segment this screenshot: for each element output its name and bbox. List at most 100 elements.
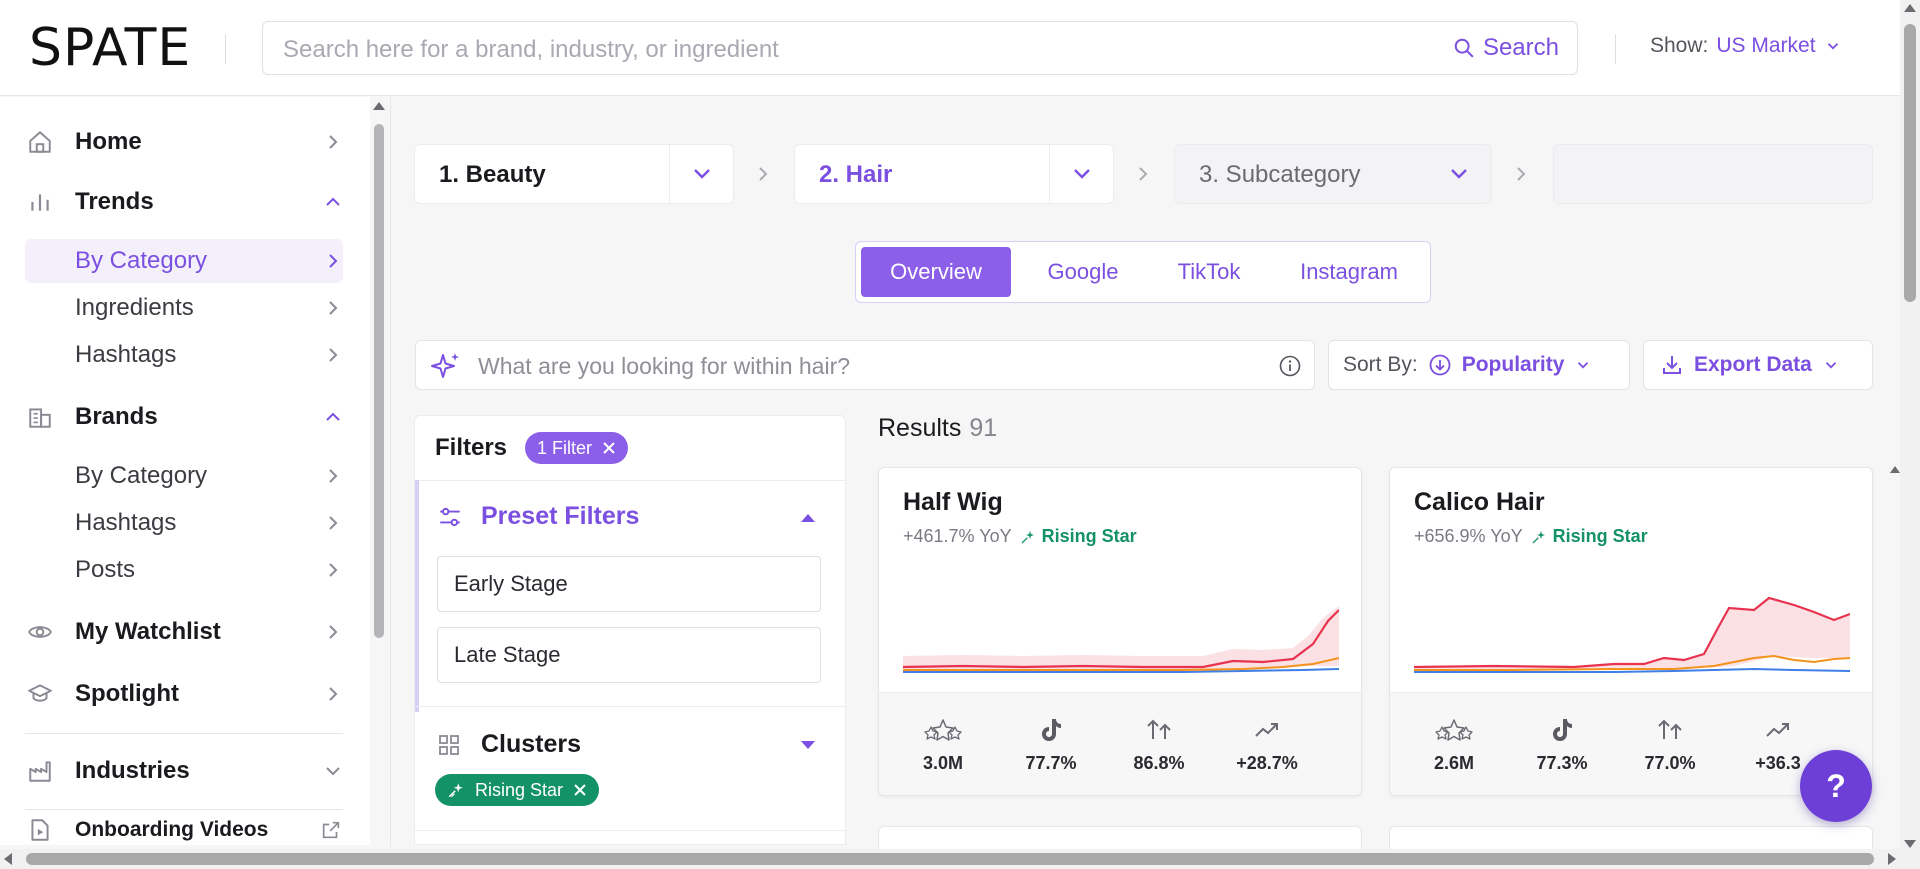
sidebar-divider <box>25 809 343 810</box>
chevron-down-icon[interactable] <box>669 145 733 203</box>
filter-count-label: 1 Filter <box>537 437 593 458</box>
sidebar-item-label: Onboarding Videos <box>75 818 269 841</box>
chevron-down-icon <box>1578 362 1589 369</box>
clusters-header[interactable]: Clusters <box>437 730 831 759</box>
export-data-button[interactable]: Export Data <box>1643 340 1873 390</box>
trend-sparkline-chart <box>1414 596 1850 673</box>
global-search-input[interactable]: Search here for a brand, industry, or in… <box>262 21 1578 75</box>
tab-instagram[interactable]: Instagram <box>1274 247 1424 297</box>
sidebar-item-label: Brands <box>75 403 158 430</box>
sidebar-scrollbar-thumb[interactable] <box>374 124 384 638</box>
info-icon[interactable] <box>1278 354 1302 383</box>
chevron-right-icon <box>756 164 770 189</box>
stat-value: 2.6M <box>1433 753 1475 773</box>
scroll-left-arrow[interactable] <box>4 853 12 865</box>
building-icon <box>25 402 55 432</box>
spate-logo[interactable]: SPATE <box>29 18 191 78</box>
tab-overview[interactable]: Overview <box>861 247 1011 297</box>
stars-icon <box>923 715 963 745</box>
export-data-label: Export Data <box>1694 353 1812 376</box>
ai-query-placeholder: What are you looking for within hair? <box>478 353 851 379</box>
external-link-icon <box>319 819 343 841</box>
sidebar-item-industries[interactable]: Industries <box>25 749 343 793</box>
scroll-up-arrow[interactable] <box>1890 466 1900 473</box>
tab-tiktok[interactable]: TikTok <box>1152 247 1266 297</box>
sidebar-subitem-brands-by-category[interactable]: By Category <box>25 454 343 498</box>
filters-divider <box>415 480 845 481</box>
home-icon <box>25 127 55 157</box>
sidebar-item-onboarding-videos[interactable]: Onboarding Videos <box>25 812 343 845</box>
search-icon <box>1454 38 1474 58</box>
close-icon[interactable] <box>573 783 587 797</box>
sort-by-value: Popularity <box>1461 353 1565 376</box>
chevron-up-icon <box>323 410 343 424</box>
sidebar-subitem-trends-hashtags[interactable]: Hashtags <box>25 333 343 377</box>
market-selector[interactable]: Show: US Market <box>1650 34 1842 58</box>
sidebar-subitem-brands-posts[interactable]: Posts <box>25 548 343 592</box>
sidebar-item-spotlight[interactable]: Spotlight <box>25 672 343 716</box>
sidebar-subitem-label: By Category <box>75 247 208 274</box>
active-cluster-pill[interactable]: Rising Star <box>435 774 600 806</box>
scroll-right-arrow[interactable] <box>1888 853 1896 865</box>
sidebar-subitem-trends-by-category[interactable]: By Category <box>25 239 343 283</box>
preset-filters-header[interactable]: Preset Filters <box>437 502 831 531</box>
help-button[interactable]: ? <box>1800 750 1872 822</box>
chevron-right-icon <box>323 251 343 271</box>
video-file-icon <box>25 815 55 845</box>
category-level3-placeholder: 3. Subcategory <box>1199 161 1361 188</box>
close-icon[interactable] <box>602 441 616 455</box>
trend-card-yoy: +461.7% YoY <box>903 526 1012 546</box>
chevron-down-icon <box>323 764 343 778</box>
page-horizontal-scrollbar[interactable] <box>0 849 1920 869</box>
preset-filters-title: Preset Filters <box>481 502 640 530</box>
rising-star-label: Rising Star <box>1552 526 1648 546</box>
category-level2-select[interactable]: 2. Hair <box>794 144 1114 204</box>
sidebar-subitem-trends-ingredients[interactable]: Ingredients <box>25 286 343 330</box>
trend-card[interactable]: Half Wig +461.7% YoY Rising Star 3.0M 77… <box>878 467 1362 796</box>
active-filter-count-pill[interactable]: 1 Filter <box>525 432 629 464</box>
scroll-up-arrow[interactable] <box>373 102 385 110</box>
preset-option-late-stage[interactable]: Late Stage <box>437 627 821 683</box>
sidebar-subitem-brands-hashtags[interactable]: Hashtags <box>25 501 343 545</box>
active-cluster-label: Rising Star <box>475 779 564 800</box>
tab-google[interactable]: Google <box>1021 247 1145 297</box>
horizontal-scrollbar-thumb[interactable] <box>26 853 1874 865</box>
chevron-right-icon <box>323 345 343 365</box>
scroll-up-arrow[interactable] <box>1904 4 1916 12</box>
sidebar-item-home[interactable]: Home <box>25 120 343 164</box>
sort-by-dropdown[interactable]: Sort By: Popularity <box>1328 340 1630 390</box>
trend-card-title[interactable]: Calico Hair <box>1414 488 1545 517</box>
category-level1-select[interactable]: 1. Beauty <box>414 144 734 204</box>
vertical-scrollbar-thumb[interactable] <box>1904 24 1916 302</box>
results-header: Results 91 <box>878 414 997 443</box>
trend-card[interactable]: Calico Hair +656.9% YoY Rising Star 2.6M… <box>1389 467 1873 796</box>
market-value: US Market <box>1716 34 1816 57</box>
chevron-down-icon[interactable] <box>1427 145 1491 203</box>
sidebar-item-my-watchlist[interactable]: My Watchlist <box>25 610 343 654</box>
results-count: 91 <box>969 414 998 442</box>
rising-star-tag: Rising Star <box>1020 526 1137 547</box>
category-level1-value: 1. Beauty <box>439 161 546 188</box>
stat-value: 3.0M <box>922 753 964 773</box>
category-level4-select[interactable] <box>1553 144 1873 204</box>
scroll-down-arrow[interactable] <box>1904 840 1916 848</box>
sidebar-scrollbar[interactable] <box>372 100 386 845</box>
chevron-down-icon[interactable] <box>1049 145 1113 203</box>
stat-popularity: 3.0M <box>889 693 997 795</box>
stat-growth: 77.0% <box>1616 693 1724 795</box>
trend-card-title[interactable]: Half Wig <box>903 488 1003 517</box>
sidebar-item-label: Industries <box>75 757 190 784</box>
sidebar-item-trends[interactable]: Trends <box>25 180 343 224</box>
category-level3-select[interactable]: 3. Subcategory <box>1174 144 1492 204</box>
page-vertical-scrollbar[interactable] <box>1900 0 1920 852</box>
chevron-right-icon <box>323 560 343 580</box>
stat-value: 77.7% <box>1025 753 1077 773</box>
sidebar-subitem-label: By Category <box>75 462 208 489</box>
sidebar-item-brands[interactable]: Brands <box>25 395 343 439</box>
stat-popularity: 2.6M <box>1400 693 1508 795</box>
ai-query-input[interactable]: What are you looking for within hair? <box>415 340 1315 390</box>
preset-option-early-stage[interactable]: Early Stage <box>437 556 821 612</box>
chevron-right-icon <box>1136 164 1150 189</box>
results-scrollbar[interactable] <box>1890 464 1900 844</box>
search-button[interactable]: Search <box>1453 34 1559 62</box>
